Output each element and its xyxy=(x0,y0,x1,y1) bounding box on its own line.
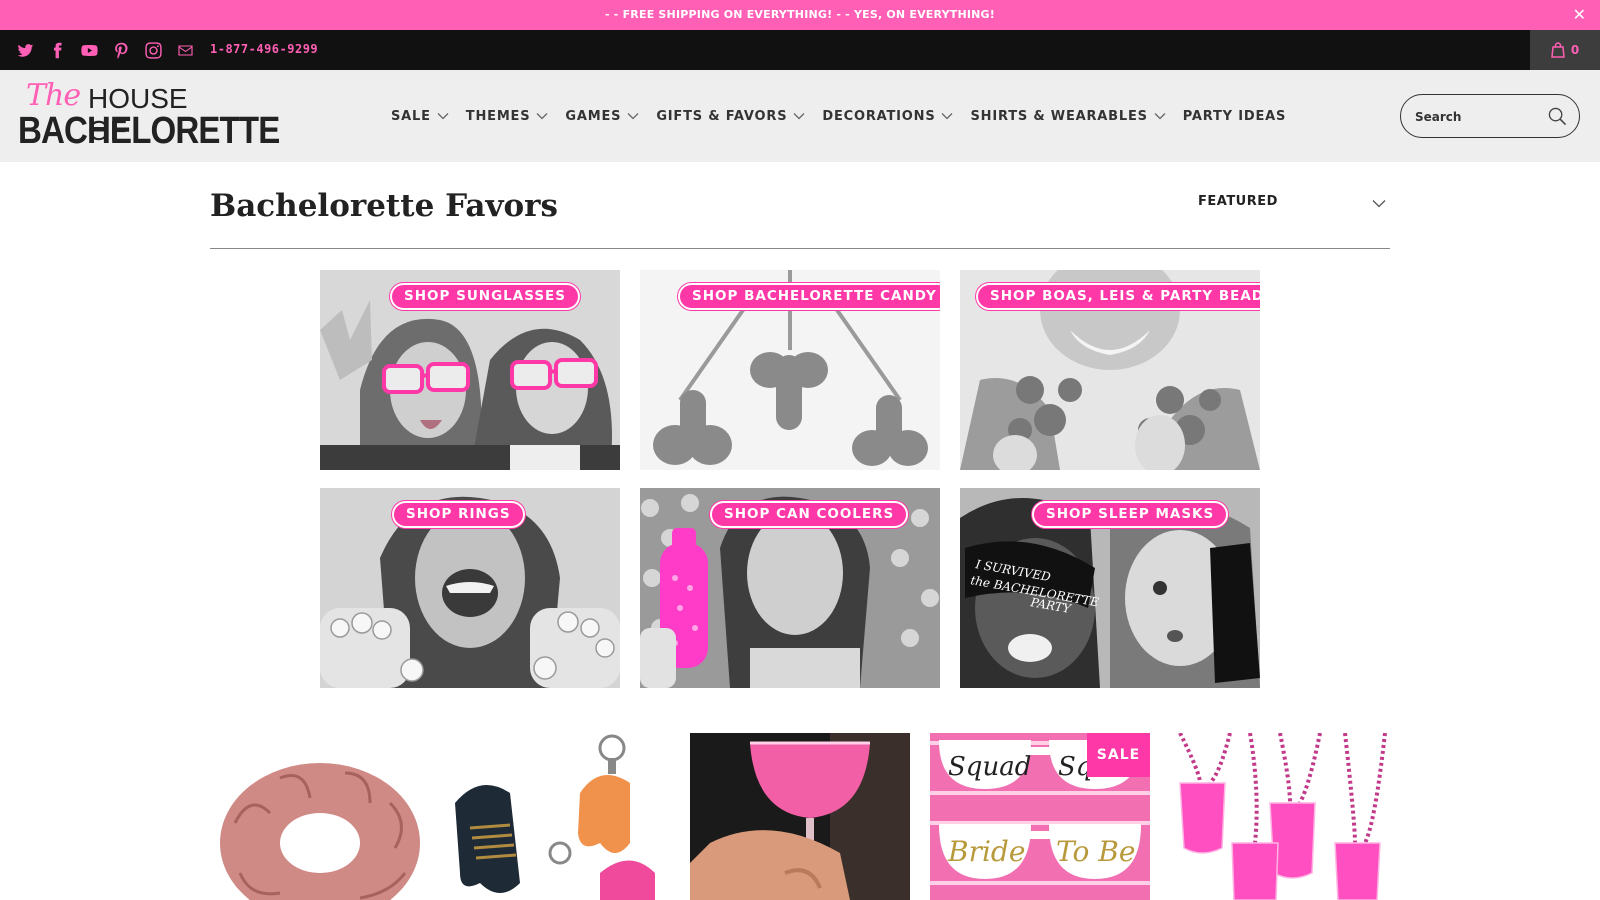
sort-select[interactable]: FEATURED xyxy=(1198,194,1388,216)
category-tile-rings[interactable]: SHOP RINGS xyxy=(320,488,620,688)
logo-line-2: BACHELORETTE xyxy=(18,110,280,152)
category-label: SHOP CAN COOLERS xyxy=(710,501,909,528)
close-icon[interactable]: ✕ xyxy=(1573,0,1586,30)
instagram-icon[interactable] xyxy=(144,41,162,59)
glasses-text: To Be xyxy=(1056,835,1135,868)
nav-item-label: THEMES xyxy=(465,108,531,124)
category-label: SHOP BOAS, LEIS & PARTY BEADS xyxy=(976,283,1260,310)
nav-item-label: GIFTS & FAVORS xyxy=(656,108,788,124)
site-header: The HOUSE OF BACHELORETTE SALE THEMES GA… xyxy=(0,70,1600,162)
announcement-bar: - - FREE SHIPPING ON EVERYTHING! - - YES… xyxy=(0,0,1600,30)
nav-item-label: GAMES xyxy=(565,108,622,124)
phone-number-link[interactable]: 1-877-496-9299 xyxy=(210,30,318,70)
category-label: SHOP BACHELORETTE CANDY xyxy=(678,283,940,310)
shopping-bag-icon xyxy=(1550,42,1565,58)
email-icon[interactable] xyxy=(176,41,194,59)
facebook-icon[interactable] xyxy=(48,41,66,59)
product-image-shot-glass-necklaces xyxy=(1170,733,1390,900)
twitter-icon[interactable] xyxy=(16,41,34,59)
logo-script-text: The xyxy=(26,78,81,113)
cart-button[interactable]: 0 xyxy=(1530,30,1600,70)
product-image-wine-glass xyxy=(690,733,910,900)
nav-item-games[interactable]: GAMES xyxy=(565,109,639,124)
nav-item-label: SALE xyxy=(391,108,431,124)
main-nav: SALE THEMES GAMES GIFTS & FAVORS DECORAT… xyxy=(391,70,1303,162)
product-image-scrunchie xyxy=(210,733,430,900)
product-card[interactable]: Squad Squad Bride To Be SALE xyxy=(930,733,1150,900)
category-tile-boas-leis-beads[interactable]: SHOP BOAS, LEIS & PARTY BEADS xyxy=(960,270,1260,470)
chevron-down-icon xyxy=(627,113,639,120)
search-icon[interactable] xyxy=(1548,107,1567,126)
product-card[interactable] xyxy=(450,733,670,900)
chevron-down-icon xyxy=(437,113,449,120)
search-box[interactable] xyxy=(1400,94,1580,138)
glasses-text: Squad xyxy=(948,752,1031,782)
nav-item-themes[interactable]: THEMES xyxy=(466,109,549,124)
glasses-text: Bride xyxy=(947,835,1025,868)
sort-selected-value: FEATURED xyxy=(1198,194,1278,209)
store-logo[interactable]: The HOUSE OF BACHELORETTE xyxy=(18,78,280,154)
nav-item-label: PARTY IDEAS xyxy=(1182,108,1287,124)
category-label: SHOP SLEEP MASKS xyxy=(1032,501,1229,528)
nav-item-label: DECORATIONS xyxy=(822,108,936,124)
category-tile-bachelorette-candy[interactable]: SHOP BACHELORETTE CANDY xyxy=(640,270,940,470)
page-title: Bachelorette Favors xyxy=(210,188,558,224)
announcement-text: - - FREE SHIPPING ON EVERYTHING! - - YES… xyxy=(605,8,995,21)
sale-badge: SALE xyxy=(1087,733,1150,777)
nav-item-decorations[interactable]: DECORATIONS xyxy=(822,109,953,124)
youtube-icon[interactable] xyxy=(80,41,98,59)
chevron-down-icon xyxy=(942,113,953,120)
search-input[interactable] xyxy=(1415,107,1545,127)
nav-item-shirts-wearables[interactable]: SHIRTS & WEARABLES xyxy=(970,108,1166,124)
nav-item-party-ideas[interactable]: PARTY IDEAS xyxy=(1183,109,1286,124)
chevron-down-icon xyxy=(536,113,548,120)
nav-item-sale[interactable]: SALE xyxy=(391,109,449,124)
chevron-down-icon xyxy=(1372,200,1386,208)
pinterest-icon[interactable] xyxy=(112,41,130,59)
cart-count: 0 xyxy=(1570,43,1580,57)
chevron-down-icon xyxy=(1154,113,1166,120)
social-links xyxy=(16,30,194,70)
category-label: SHOP SUNGLASSES xyxy=(390,283,580,310)
product-card[interactable] xyxy=(210,733,430,900)
product-card[interactable] xyxy=(1170,733,1390,900)
chevron-down-icon xyxy=(793,113,805,120)
title-divider xyxy=(210,248,1390,249)
category-tile-sunglasses[interactable]: SHOP SUNGLASSES xyxy=(320,270,620,470)
nav-item-gifts-favors[interactable]: GIFTS & FAVORS xyxy=(656,109,805,124)
product-image-keychains xyxy=(450,733,670,900)
category-label: SHOP RINGS xyxy=(392,501,525,528)
top-bar: 1-877-496-9299 0 xyxy=(0,30,1600,70)
product-card[interactable] xyxy=(690,733,910,900)
nav-item-label: SHIRTS & WEARABLES xyxy=(970,108,1148,124)
category-tile-sleep-masks[interactable]: I SURVIVED the BACHELORETTE PARTY SHOP S… xyxy=(960,488,1260,688)
category-tile-can-coolers[interactable]: SHOP CAN COOLERS xyxy=(640,488,940,688)
